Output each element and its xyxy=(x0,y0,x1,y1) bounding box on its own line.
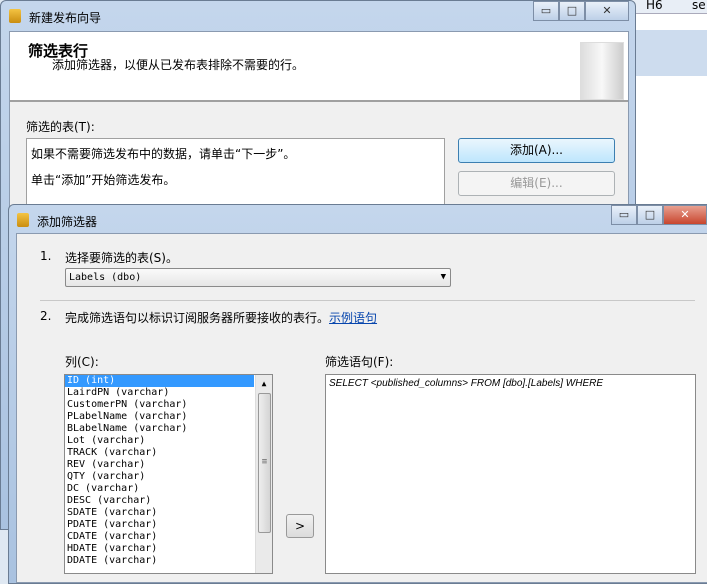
filter-statement-input[interactable]: SELECT <published_columns> FROM [dbo].[L… xyxy=(325,374,696,574)
wizard-header: 筛选表行 添加筛选器，以便从已发布表排除不需要的行。 xyxy=(10,32,628,102)
step1-label: 选择要筛选的表(S)。 xyxy=(65,251,178,265)
scroll-thumb[interactable]: ≡ xyxy=(258,393,271,533)
divider xyxy=(40,300,695,301)
columns-label: 列(C): xyxy=(65,355,99,369)
column-item[interactable]: CDATE (varchar) xyxy=(65,531,254,543)
column-item[interactable]: DDATE (varchar) xyxy=(65,555,254,567)
background-ribbon xyxy=(630,30,707,76)
page-subtitle: 添加筛选器，以便从已发布表排除不需要的行。 xyxy=(52,58,305,72)
scroll-up-icon[interactable]: ▲ xyxy=(256,375,272,392)
chevron-down-icon: ▼ xyxy=(440,272,446,282)
minimize-button[interactable]: ▭ xyxy=(533,1,559,21)
column-item[interactable]: DESC (varchar) xyxy=(65,495,254,507)
title-bar[interactable]: 添加筛选器 ▭ □ ✕ xyxy=(9,205,707,235)
maximize-button[interactable]: □ xyxy=(559,1,585,21)
columns-list[interactable]: ID (int) LairdPN (varchar) CustomerPN (var… xyxy=(64,374,273,574)
info-text: 单击“添加”开始筛选发布。 xyxy=(31,173,176,187)
filter-statement-label: 筛选语句(F): xyxy=(325,355,394,369)
title-bar[interactable]: 新建发布向导 ▭ □ ✕ xyxy=(1,1,635,31)
add-button[interactable]: 添加(A)... xyxy=(458,138,615,163)
background-cell: H6 xyxy=(646,0,663,12)
background-toolbar: H6 se xyxy=(630,0,707,14)
minimize-button[interactable]: ▭ xyxy=(611,205,637,225)
window-title: 新建发布向导 xyxy=(29,11,102,25)
table-select[interactable]: Labels (dbo) ▼ xyxy=(65,268,451,287)
close-button[interactable]: ✕ xyxy=(663,205,707,225)
edit-button[interactable]: 编辑(E)... xyxy=(458,171,615,196)
wizard-app-icon xyxy=(9,9,21,23)
column-item[interactable]: LairdPN (varchar) xyxy=(65,387,254,399)
column-item[interactable]: ID (int) xyxy=(65,375,254,387)
column-item[interactable]: SDATE (varchar) xyxy=(65,507,254,519)
insert-column-button[interactable]: > xyxy=(286,514,314,538)
scrollbar[interactable]: ▲ ≡ xyxy=(255,375,272,573)
example-statement-link[interactable]: 示例语句 xyxy=(329,311,377,325)
maximize-button[interactable]: □ xyxy=(637,205,663,225)
dialog-title: 添加筛选器 xyxy=(37,215,98,229)
column-item[interactable]: QTY (varchar) xyxy=(65,471,254,483)
column-item[interactable]: Lot (varchar) xyxy=(65,435,254,447)
background-cell: se xyxy=(692,0,706,12)
column-item[interactable]: HDATE (varchar) xyxy=(65,543,254,555)
column-item[interactable]: TRACK (varchar) xyxy=(65,447,254,459)
step2-number: 2. xyxy=(40,309,52,323)
dialog-app-icon xyxy=(17,213,29,227)
column-item[interactable]: PLabelName (varchar) xyxy=(65,411,254,423)
column-item[interactable]: DC (varchar) xyxy=(65,483,254,495)
close-button[interactable]: ✕ xyxy=(585,1,629,21)
info-text: 如果不需要筛选发布中的数据，请单击“下一步”。 xyxy=(31,147,296,161)
table-select-value: Labels (dbo) xyxy=(69,272,142,283)
column-item[interactable]: CustomerPN (varchar) xyxy=(65,399,254,411)
step1-number: 1. xyxy=(40,249,52,263)
column-item[interactable]: REV (varchar) xyxy=(65,459,254,471)
add-filter-dialog: 添加筛选器 ▭ □ ✕ 1. 选择要筛选的表(S)。 Labels (dbo) ▼ 2… xyxy=(8,204,707,584)
filtered-tables-label: 筛选的表(T): xyxy=(26,120,95,134)
wizard-graphic-icon xyxy=(580,42,624,100)
step2-label: 完成筛选语句以标识订阅服务器所要接收的表行。 xyxy=(65,311,330,325)
column-item[interactable]: PDATE (varchar) xyxy=(65,519,254,531)
column-item[interactable]: BLabelName (varchar) xyxy=(65,423,254,435)
